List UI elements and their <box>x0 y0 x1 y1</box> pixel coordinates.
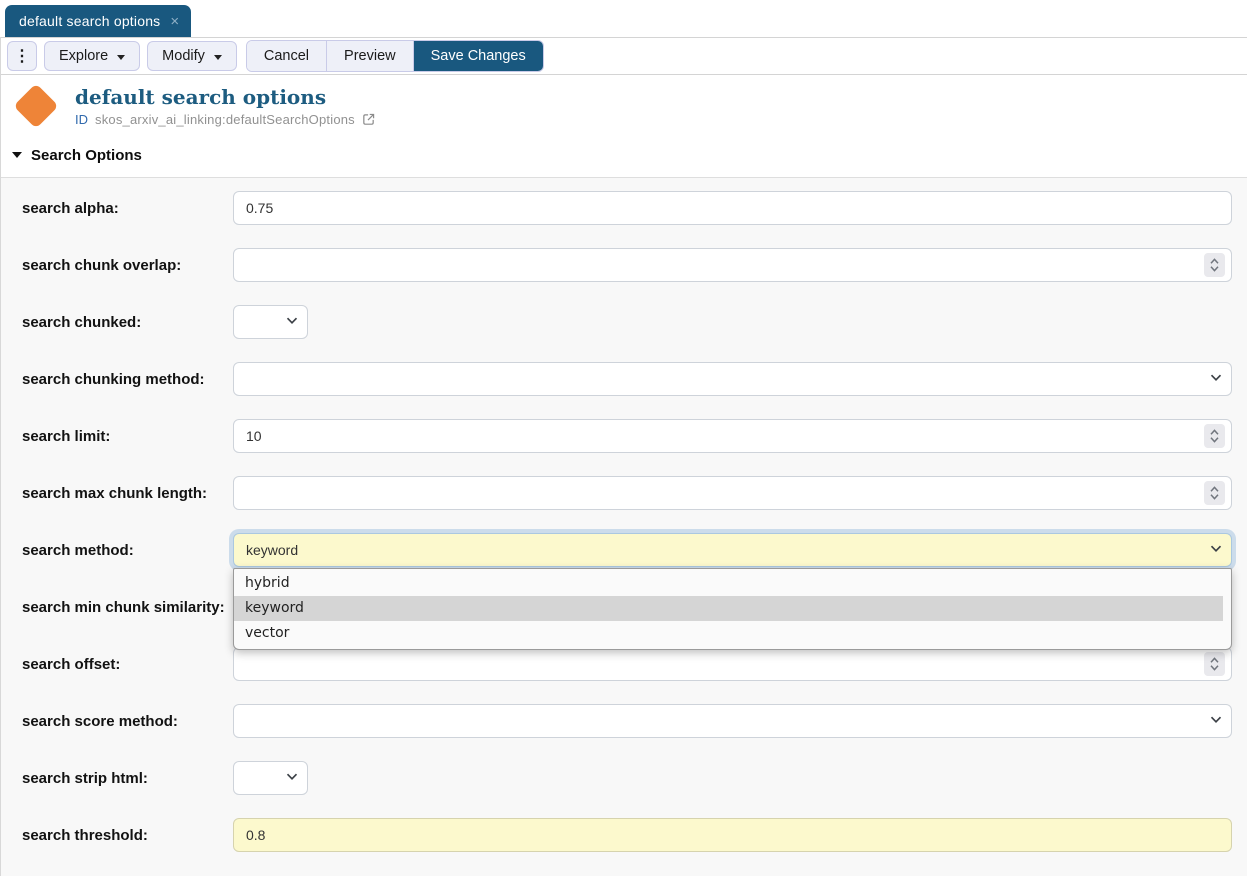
field-control <box>233 305 1232 339</box>
main-container: ⋮ Explore Modify Cancel Preview Save Cha… <box>0 37 1247 876</box>
form-row: search alpha: <box>1 191 1247 225</box>
select-value: keyword <box>246 542 298 558</box>
tab-bar: default search options × <box>0 0 1247 37</box>
field-control <box>233 647 1232 681</box>
field-label-search-min-chunk-similarity: search min chunk similarity: <box>1 599 233 616</box>
field-control <box>233 362 1232 396</box>
form-row: search limit: <box>1 419 1247 453</box>
page-title: default search options <box>75 85 375 109</box>
field-input-search-offset[interactable] <box>233 647 1232 681</box>
number-spinner-icon[interactable] <box>1204 652 1225 676</box>
more-options-button[interactable]: ⋮ <box>7 41 37 71</box>
dropdown-option-keyword[interactable]: keyword <box>234 596 1223 621</box>
field-select-search-method[interactable]: keyword <box>233 533 1232 567</box>
form-row: search max chunk length: <box>1 476 1247 510</box>
section-title: Search Options <box>31 147 142 164</box>
dropdown-option-vector[interactable]: vector <box>234 621 1231 646</box>
explore-button[interactable]: Explore <box>44 41 140 71</box>
tab-default-search-options[interactable]: default search options × <box>5 5 191 37</box>
field-control <box>233 818 1232 852</box>
field-label-search-strip-html: search strip html: <box>1 770 233 787</box>
chevron-down-icon <box>286 773 298 781</box>
number-spinner-icon[interactable] <box>1204 253 1225 277</box>
field-control <box>233 476 1232 510</box>
document-id-value: skos_arxiv_ai_linking:defaultSearchOptio… <box>95 112 355 127</box>
number-spinner-icon[interactable] <box>1204 481 1225 505</box>
field-input-search-chunk-overlap[interactable] <box>233 248 1232 282</box>
field-select-search-strip-html[interactable] <box>233 761 308 795</box>
chevron-down-icon <box>1210 374 1222 382</box>
explore-button-label: Explore <box>59 48 108 64</box>
form-row: search chunk overlap: <box>1 248 1247 282</box>
field-label-search-chunk-overlap: search chunk overlap: <box>1 257 233 274</box>
field-select-search-chunked[interactable] <box>233 305 308 339</box>
field-control <box>233 704 1232 738</box>
form-fields: search alpha: search chunk overlap: search… <box>1 191 1247 852</box>
field-label-search-threshold: search threshold: <box>1 827 233 844</box>
select-dropdown: hybridkeywordvector <box>233 568 1232 650</box>
form-row: search score method: <box>1 704 1247 738</box>
form-row: search offset: <box>1 647 1247 681</box>
field-input-search-max-chunk-length[interactable] <box>233 476 1232 510</box>
action-button-group: Cancel Preview Save Changes <box>246 40 544 72</box>
chevron-down-icon <box>1210 545 1222 553</box>
document-header-text: default search options ID skos_arxiv_ai_… <box>75 83 375 133</box>
field-label-search-limit: search limit: <box>1 428 233 445</box>
external-link-icon[interactable] <box>362 113 375 126</box>
document-header: default search options ID skos_arxiv_ai_… <box>1 75 1247 133</box>
field-label-search-score-method: search score method: <box>1 713 233 730</box>
tab-close-icon[interactable]: × <box>170 14 179 29</box>
modify-button[interactable]: Modify <box>147 41 237 71</box>
field-input-search-threshold[interactable] <box>233 818 1232 852</box>
field-control <box>233 191 1232 225</box>
preview-button[interactable]: Preview <box>327 41 414 71</box>
field-label-search-alpha: search alpha: <box>1 200 233 217</box>
document-diamond-icon <box>13 83 61 131</box>
field-label-search-chunking-method: search chunking method: <box>1 371 233 388</box>
field-select-search-score-method[interactable] <box>233 704 1232 738</box>
caret-down-icon <box>214 55 222 60</box>
chevron-down-icon <box>1210 716 1222 724</box>
toolbar: ⋮ Explore Modify Cancel Preview Save Cha… <box>1 37 1247 75</box>
id-label: ID <box>75 112 88 127</box>
form-row: search chunking method: <box>1 362 1247 396</box>
document-id-row: ID skos_arxiv_ai_linking:defaultSearchOp… <box>75 112 375 127</box>
kebab-menu-icon: ⋮ <box>14 46 30 66</box>
field-control <box>233 419 1232 453</box>
chevron-down-icon <box>286 317 298 325</box>
field-label-search-method: search method: <box>1 542 233 559</box>
field-label-search-offset: search offset: <box>1 656 233 673</box>
form-row: search method:keywordhybridkeywordvector <box>1 533 1247 567</box>
form-row: search strip html: <box>1 761 1247 795</box>
tab-title: default search options <box>19 13 160 29</box>
collapse-triangle-icon <box>12 152 22 158</box>
dropdown-option-hybrid[interactable]: hybrid <box>234 571 1231 596</box>
field-label-search-max-chunk-length: search max chunk length: <box>1 485 233 502</box>
form-row: search chunked: <box>1 305 1247 339</box>
caret-down-icon <box>117 55 125 60</box>
number-spinner-icon[interactable] <box>1204 424 1225 448</box>
modify-button-label: Modify <box>162 48 205 64</box>
section-header-search-options[interactable]: Search Options <box>1 133 1247 177</box>
field-control: keywordhybridkeywordvector <box>233 533 1232 567</box>
field-input-search-alpha[interactable] <box>233 191 1232 225</box>
field-label-search-chunked: search chunked: <box>1 314 233 331</box>
field-control <box>233 248 1232 282</box>
cancel-button[interactable]: Cancel <box>247 41 327 71</box>
form-panel: search alpha: search chunk overlap: search… <box>1 177 1247 876</box>
form-row: search threshold: <box>1 818 1247 852</box>
field-input-search-limit[interactable] <box>233 419 1232 453</box>
save-changes-button[interactable]: Save Changes <box>414 41 543 71</box>
field-control <box>233 761 1232 795</box>
field-select-search-chunking-method[interactable] <box>233 362 1232 396</box>
